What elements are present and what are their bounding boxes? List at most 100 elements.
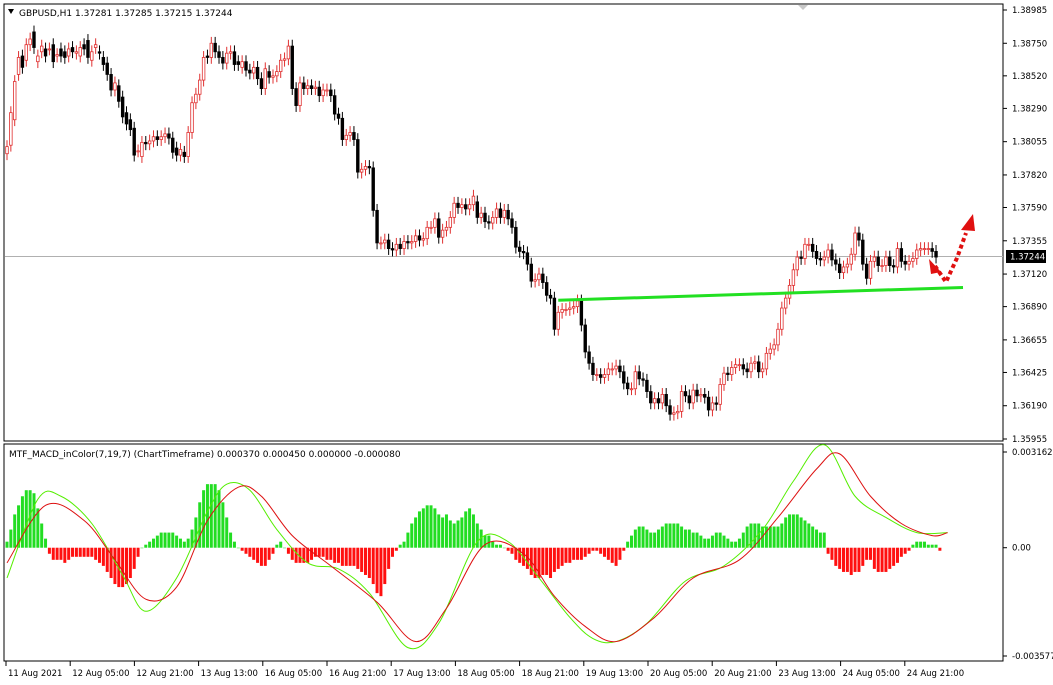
histogram-bar — [510, 547, 514, 554]
histogram-bar — [175, 535, 179, 548]
candle-body — [240, 61, 244, 68]
candle-body — [379, 242, 383, 245]
histogram-bar — [244, 547, 248, 554]
histogram-bar — [40, 523, 44, 548]
histogram-bar — [232, 541, 236, 548]
histogram-bar — [741, 532, 745, 548]
candle-body — [433, 218, 437, 228]
x-tick-label: 24 Aug 21:00 — [907, 669, 964, 679]
candle-body — [402, 241, 406, 249]
histogram-bar — [641, 526, 645, 548]
candle-body — [541, 273, 545, 283]
histogram-bar — [348, 547, 352, 566]
histogram-bar — [541, 547, 545, 575]
candle-body — [525, 252, 530, 265]
candle-body — [205, 55, 210, 58]
candle-body — [460, 204, 464, 208]
histogram-bar — [32, 493, 36, 548]
histogram-bar — [892, 547, 896, 566]
candle-body — [113, 82, 117, 91]
histogram-bar — [495, 544, 499, 548]
indicator-panel[interactable] — [3, 443, 1004, 662]
candle-body — [24, 44, 28, 61]
candle-body — [278, 59, 283, 72]
histogram-bar — [730, 541, 734, 548]
histogram-bar — [387, 547, 391, 569]
candle-body — [236, 61, 240, 65]
histogram-bar — [337, 547, 341, 563]
candle-body — [132, 127, 136, 156]
candle-body — [5, 146, 9, 155]
candle-body — [514, 226, 518, 248]
candle-body — [267, 71, 271, 78]
candle-body — [888, 256, 892, 266]
candle-body — [760, 368, 765, 373]
histogram-bar — [888, 547, 892, 569]
histogram-bar — [637, 526, 641, 548]
histogram-bar — [502, 547, 506, 549]
y-tick-label: 1.38750 — [1012, 39, 1047, 49]
candle-body — [683, 391, 688, 397]
histogram-bar — [321, 547, 325, 557]
candle-body — [282, 58, 287, 61]
candle-body — [248, 69, 252, 74]
histogram-bar — [880, 547, 884, 572]
histogram-bar — [171, 532, 175, 548]
histogram-bar — [252, 547, 256, 560]
histogram-bar — [838, 547, 842, 569]
histogram-bar — [240, 547, 244, 551]
x-tick-label: 24 Aug 05:00 — [843, 669, 900, 679]
candle-body — [618, 365, 622, 373]
candle-body — [656, 398, 661, 404]
histogram-bar — [367, 547, 371, 578]
histogram-bar — [67, 547, 71, 560]
histogram-bar — [5, 541, 9, 548]
candle-body — [830, 249, 834, 261]
histogram-bar — [591, 547, 595, 551]
histogram-bar — [317, 547, 321, 557]
histogram-bar — [599, 547, 603, 554]
chart-canvas[interactable]: 1.38985 1.38750 1.38520 1.38290 1.38055 1.378… — [0, 0, 1053, 685]
candle-body — [876, 256, 880, 266]
candle-body — [47, 48, 52, 51]
x-tick-label: 11 Aug 2021 — [8, 669, 62, 679]
candle-body — [803, 243, 807, 259]
histogram-bar — [830, 547, 834, 560]
y-tick-label: 1.38055 — [1012, 138, 1047, 148]
candle-body — [32, 31, 36, 48]
candle-body — [413, 235, 418, 242]
histogram-bar — [926, 544, 930, 548]
histogram-bar — [568, 547, 572, 563]
histogram-bar — [915, 541, 919, 548]
price-panel[interactable] — [3, 3, 1004, 442]
histogram-bar — [807, 523, 811, 548]
indicator-header: MTF_MACD_inColor(7,19,7) (ChartTimeframe… — [9, 450, 401, 460]
y-tick-label: 1.35955 — [1012, 435, 1047, 445]
histogram-bar — [271, 547, 275, 554]
candle-body — [645, 379, 649, 392]
histogram-bar — [225, 517, 229, 548]
candle-body — [537, 273, 541, 281]
histogram-bar — [59, 547, 63, 560]
histogram-bar — [899, 547, 903, 557]
histogram-bar — [294, 547, 298, 563]
histogram-bar — [267, 547, 271, 560]
histogram-bar — [853, 547, 857, 572]
histogram-bar — [745, 526, 749, 548]
candle-body — [764, 352, 769, 370]
x-tick-label: 12 Aug 05:00 — [72, 669, 129, 679]
histogram-bar — [236, 547, 240, 549]
histogram-bar — [545, 547, 549, 575]
candle-body — [891, 265, 896, 268]
histogram-bar — [865, 547, 869, 560]
histogram-bar — [444, 514, 448, 548]
candle-body — [309, 85, 314, 89]
histogram-bar — [687, 529, 691, 548]
histogram-bar — [55, 547, 59, 560]
histogram-bar — [82, 547, 86, 557]
histogram-bar — [406, 532, 410, 548]
histogram-bar — [861, 547, 865, 566]
histogram-bar — [857, 547, 861, 572]
candle-body — [359, 168, 364, 173]
candle-body — [926, 248, 931, 250]
